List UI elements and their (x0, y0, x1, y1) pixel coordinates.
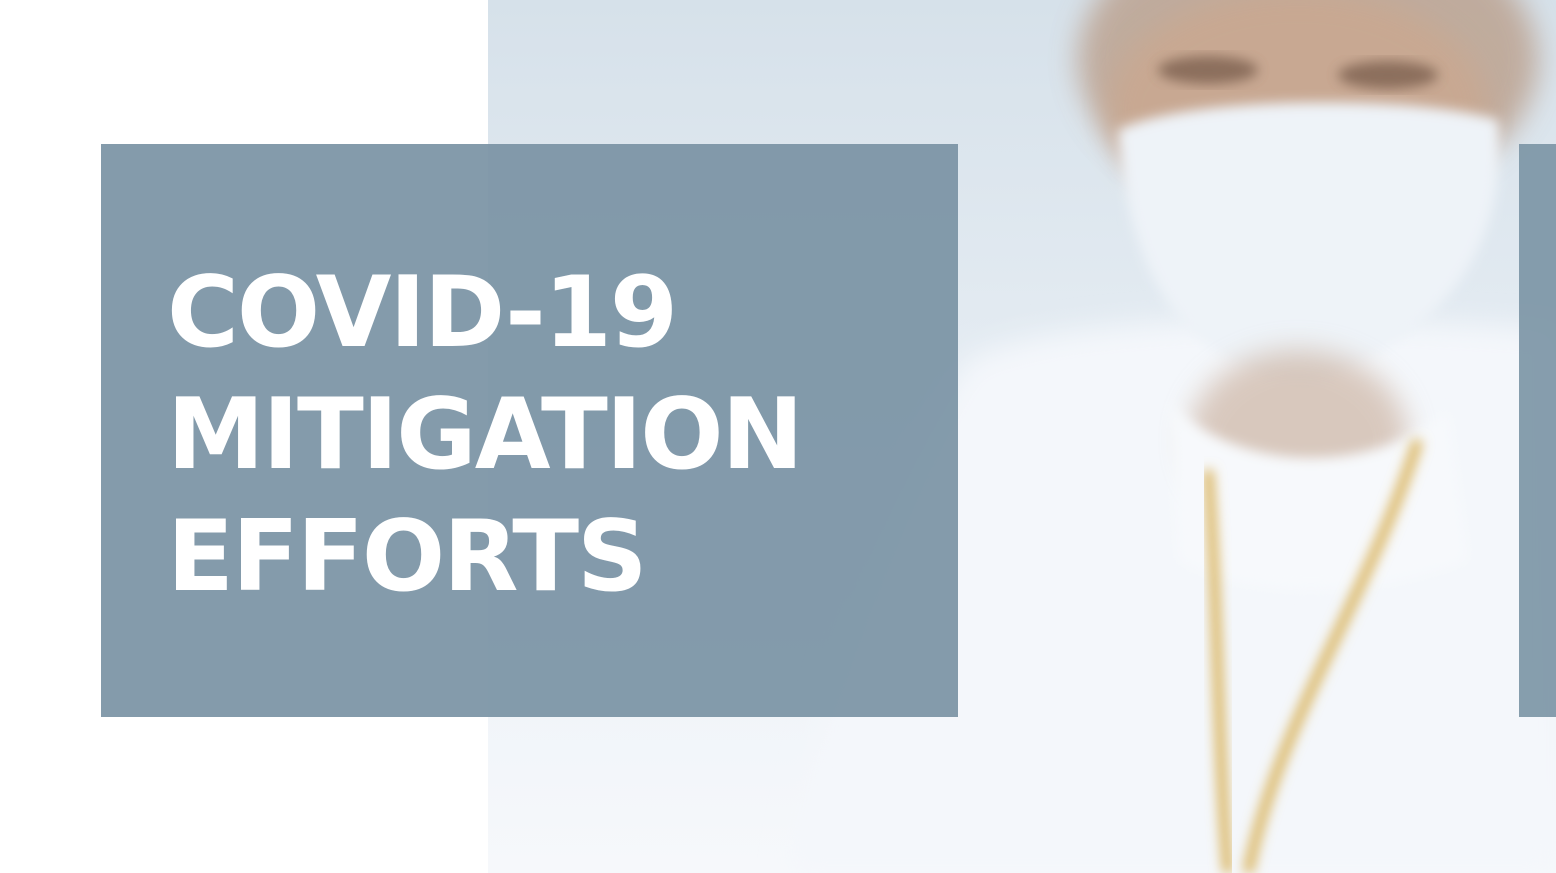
title-line-1: COVID-19 (167, 256, 678, 370)
title-line-2: MITIGATION (167, 378, 804, 492)
slide-title: COVID-19 MITIGATION EFFORTS (167, 252, 804, 618)
slide: COVID-19 MITIGATION EFFORTS (0, 0, 1556, 873)
side-accent-panel (1519, 144, 1556, 717)
title-line-3: EFFORTS (167, 500, 648, 614)
title-panel: COVID-19 MITIGATION EFFORTS (101, 144, 958, 717)
